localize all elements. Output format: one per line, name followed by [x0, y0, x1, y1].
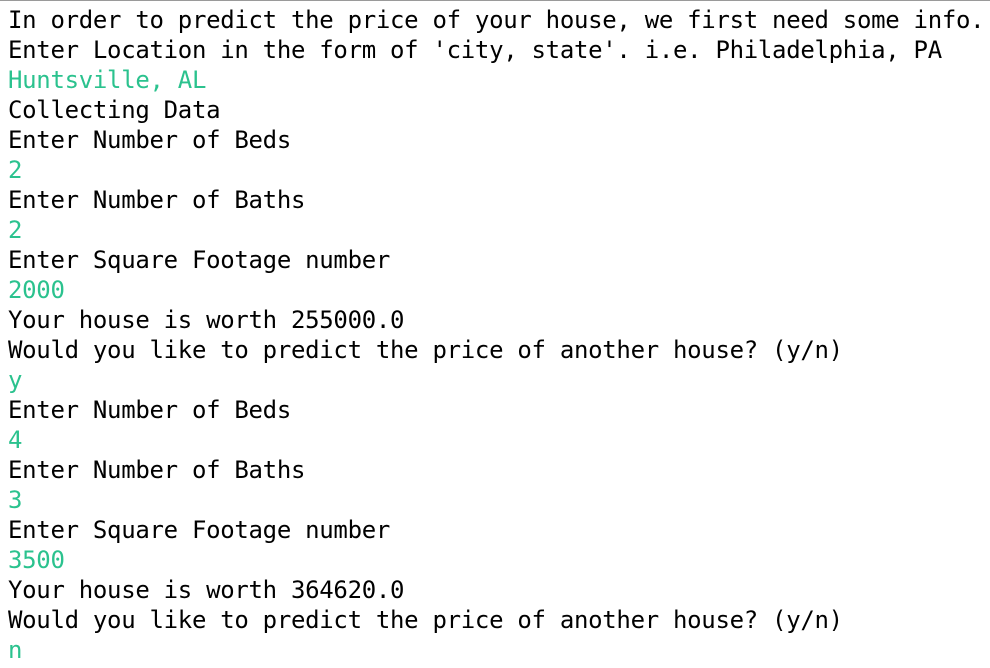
- intro-message: In order to predict the price of your ho…: [8, 6, 985, 34]
- location-input-echo: Huntsville, AL: [8, 66, 207, 94]
- repeat-input-echo: n: [8, 636, 23, 664]
- sqft-input-echo: 2000: [8, 276, 65, 304]
- sqft-input-echo: 3500: [8, 546, 65, 574]
- baths-input-echo: 3: [8, 486, 23, 514]
- beds-input-echo: 4: [8, 426, 23, 454]
- baths-prompt: Enter Number of Baths: [8, 456, 306, 484]
- collecting-data-status: Collecting Data: [8, 96, 221, 124]
- repeat-prompt: Would you like to predict the price of a…: [8, 606, 843, 634]
- sqft-prompt: Enter Square Footage number: [8, 246, 391, 274]
- price-result: Your house is worth 255000.0: [8, 306, 405, 334]
- beds-prompt: Enter Number of Beds: [8, 396, 291, 424]
- beds-input-echo: 2: [8, 156, 23, 184]
- baths-input-echo: 2: [8, 216, 23, 244]
- price-result: Your house is worth 364620.0: [8, 576, 405, 604]
- location-prompt: Enter Location in the form of 'city, sta…: [8, 36, 942, 64]
- sqft-prompt: Enter Square Footage number: [8, 516, 391, 544]
- baths-prompt: Enter Number of Baths: [8, 186, 306, 214]
- repeat-prompt: Would you like to predict the price of a…: [8, 336, 843, 364]
- console-output[interactable]: In order to predict the price of your ho…: [0, 0, 990, 668]
- beds-prompt: Enter Number of Beds: [8, 126, 291, 154]
- repeat-input-echo: y: [8, 366, 23, 394]
